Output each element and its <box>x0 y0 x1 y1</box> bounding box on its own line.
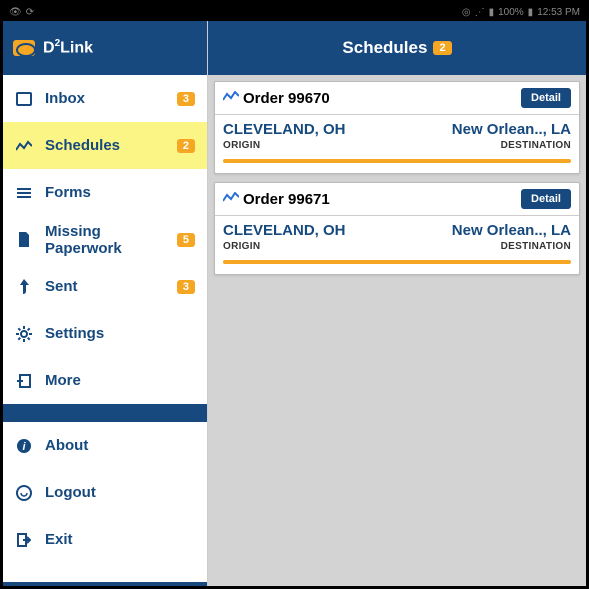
wifi-icon: ⋰ <box>475 7 485 18</box>
inbox-icon <box>15 92 33 106</box>
sidebar-item-sent[interactable]: Sent 3 <box>3 263 207 310</box>
order-list: Order 99670 Detail CLEVELAND, OH New Orl… <box>208 75 586 281</box>
brand-logo-icon <box>13 40 35 56</box>
sidebar-item-label: Logout <box>45 484 195 501</box>
refresh-icon: ⟳ <box>26 7 34 18</box>
origin-city: CLEVELAND, OH <box>223 121 346 138</box>
sidebar-bottom-bar <box>3 582 207 586</box>
sidebar-item-about[interactable]: i About <box>3 422 207 469</box>
sidebar-item-forms[interactable]: Forms <box>3 169 207 216</box>
brand-bar: D2Link <box>3 21 207 75</box>
destination-city: New Orlean.., LA <box>452 222 571 239</box>
clock-text: 12:53 PM <box>537 7 580 18</box>
sidebar-item-exit[interactable]: Exit <box>3 516 207 563</box>
order-title: Order 99670 <box>223 90 330 107</box>
exit-icon <box>15 533 33 547</box>
order-card: Order 99671 Detail CLEVELAND, OH New Orl… <box>214 182 580 275</box>
app-frame: 👁 ⟳ ◎ ⋰ ▮ 100% ▮ 12:53 PM D2Link <box>0 0 589 589</box>
location-icon: ◎ <box>462 7 471 18</box>
chart-line-icon <box>223 191 239 208</box>
sidebar-item-more[interactable]: More <box>3 357 207 404</box>
chart-line-icon <box>223 90 239 107</box>
signal-icon: ▮ <box>489 7 495 18</box>
order-title: Order 99671 <box>223 191 330 208</box>
battery-icon: ▮ <box>528 7 534 18</box>
badge: 3 <box>177 280 195 294</box>
order-title-text: Order 99670 <box>243 90 330 107</box>
origin-city: CLEVELAND, OH <box>223 222 346 239</box>
origin-label: ORIGIN <box>223 140 260 151</box>
sidebar-item-label: Inbox <box>45 90 165 107</box>
sidebar-item-missing-paperwork[interactable]: Missing Paperwork 5 <box>3 216 207 263</box>
chart-line-icon <box>15 140 33 152</box>
more-icon <box>15 374 33 388</box>
sidebar-item-label: Exit <box>45 531 195 548</box>
destination-label: DESTINATION <box>501 241 571 252</box>
destination-label: DESTINATION <box>501 140 571 151</box>
status-bar: 👁 ⟳ ◎ ⋰ ▮ 100% ▮ 12:53 PM <box>3 3 586 21</box>
brand-title: D2Link <box>43 38 93 57</box>
destination-city: New Orlean.., LA <box>452 121 571 138</box>
nav-list: Inbox 3 Schedules 2 Forms <box>3 75 207 582</box>
list-icon <box>15 187 33 199</box>
sidebar-item-label: About <box>45 437 195 454</box>
sidebar-item-label: Missing Paperwork <box>45 223 165 257</box>
sidebar-item-settings[interactable]: Settings <box>3 310 207 357</box>
detail-button[interactable]: Detail <box>521 189 571 209</box>
sidebar-item-schedules[interactable]: Schedules 2 <box>3 122 207 169</box>
header-badge: 2 <box>433 41 451 55</box>
logout-icon <box>15 485 33 501</box>
progress-bar <box>223 159 571 163</box>
sidebar: D2Link Inbox 3 Schedules 2 <box>3 21 208 586</box>
info-icon: i <box>15 438 33 454</box>
sidebar-item-inbox[interactable]: Inbox 3 <box>3 75 207 122</box>
content-pane: Schedules 2 Order 99670 Detail <box>208 21 586 586</box>
gear-icon <box>15 326 33 342</box>
badge: 3 <box>177 92 195 106</box>
battery-text: 100% <box>498 7 524 18</box>
sidebar-item-label: Settings <box>45 325 195 342</box>
content-header: Schedules 2 <box>208 21 586 75</box>
sidebar-item-label: Forms <box>45 184 195 201</box>
progress-bar <box>223 260 571 264</box>
eye-icon: 👁 <box>9 7 22 18</box>
page-title: Schedules <box>342 38 427 58</box>
sidebar-item-label: Sent <box>45 278 165 295</box>
badge: 5 <box>177 233 195 247</box>
badge: 2 <box>177 139 195 153</box>
detail-button[interactable]: Detail <box>521 88 571 108</box>
file-icon <box>15 232 33 248</box>
nav-separator <box>3 404 207 422</box>
sidebar-item-label: Schedules <box>45 137 165 154</box>
arrow-up-icon <box>15 279 33 295</box>
sidebar-item-label: More <box>45 372 195 389</box>
sidebar-item-logout[interactable]: Logout <box>3 469 207 516</box>
order-title-text: Order 99671 <box>243 191 330 208</box>
order-card: Order 99670 Detail CLEVELAND, OH New Orl… <box>214 81 580 174</box>
origin-label: ORIGIN <box>223 241 260 252</box>
